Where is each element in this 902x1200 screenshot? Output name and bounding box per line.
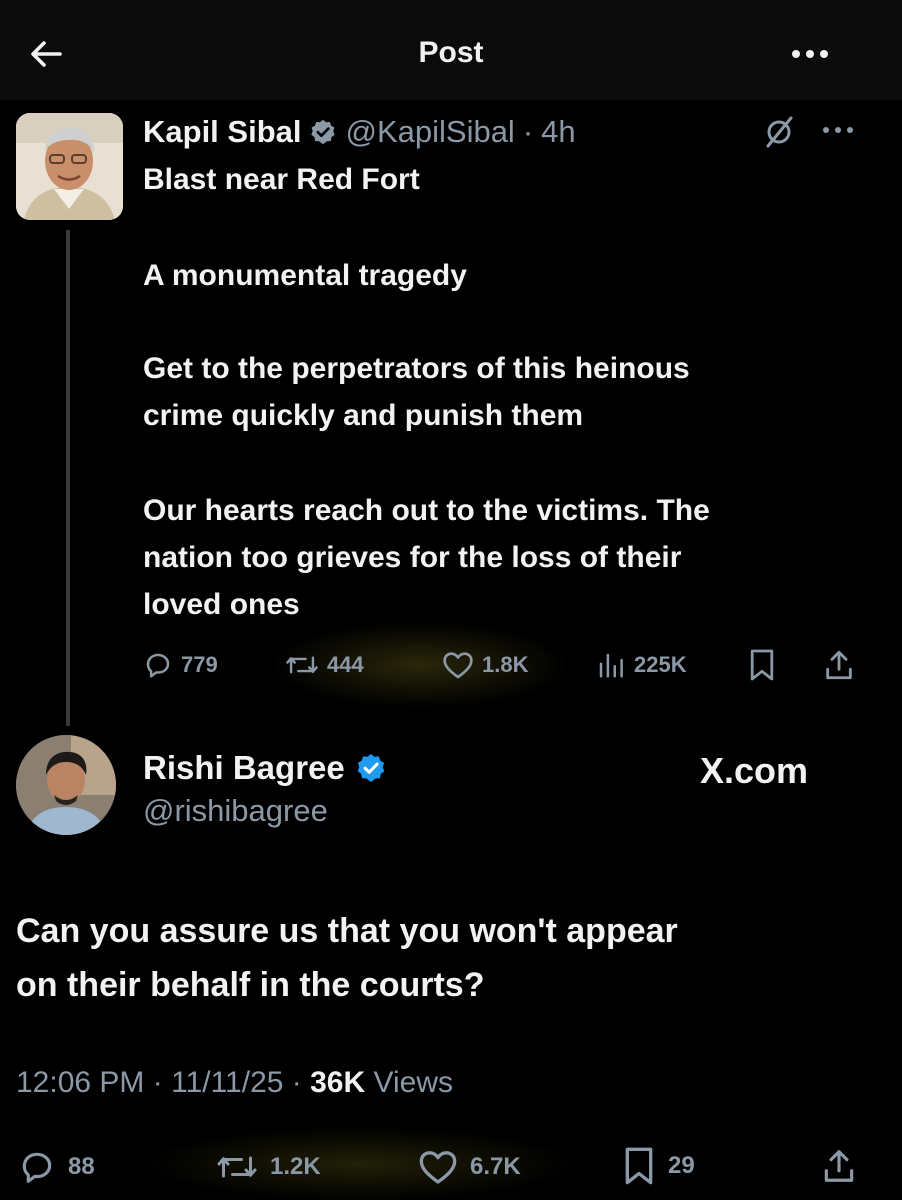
bookmark-button[interactable] <box>748 648 776 682</box>
post-text-line: Blast near Red Fort <box>143 163 420 196</box>
views-icon <box>599 653 623 678</box>
reply-count: 779 <box>181 652 218 677</box>
views-count: 225K <box>634 652 687 677</box>
verified-badge-icon <box>355 752 387 784</box>
repost-button[interactable]: 1.2K <box>216 1148 321 1186</box>
reply-icon <box>22 1152 52 1183</box>
post-text-line: A monumental tragedy <box>143 259 467 292</box>
like-icon <box>419 1151 457 1184</box>
thread-line <box>66 230 70 726</box>
quoted-post-author-row: Kapil Sibal @KapilSibal · 4h <box>143 112 576 152</box>
grok-icon[interactable] <box>760 115 800 149</box>
post-text-line: Our hearts reach out to the victims. The <box>143 494 710 527</box>
post-meta: 12:06 PM · 11/11/25 · 36K Views <box>16 1066 453 1100</box>
author-handle[interactable]: @rishibagree <box>143 793 328 829</box>
repost-icon <box>286 656 318 674</box>
like-count: 1.8K <box>482 652 529 677</box>
bookmark-icon <box>750 649 774 681</box>
post-more-icon[interactable] <box>818 120 858 140</box>
xcom-watermark: X.com <box>700 750 809 791</box>
views-button[interactable]: 225K <box>596 650 687 680</box>
repost-icon <box>217 1156 257 1178</box>
share-icon <box>824 1150 854 1182</box>
post-timestamp[interactable]: 12:06 PM <box>16 1066 144 1099</box>
bookmark-count: 29 <box>668 1152 695 1179</box>
repost-button[interactable]: 444 <box>285 650 364 680</box>
post-text-line: crime quickly and punish them <box>143 399 584 432</box>
author-handle[interactable]: @KapilSibal <box>345 114 514 150</box>
repost-count: 444 <box>327 652 364 677</box>
author-name[interactable]: Rishi Bagree <box>143 749 345 787</box>
separator-dot: · <box>522 114 534 149</box>
avatar[interactable] <box>16 735 116 835</box>
reply-author-row: Rishi Bagree <box>143 746 387 790</box>
post-text-line: nation too grieves for the loss of their <box>143 541 682 574</box>
views-label: Views <box>373 1066 453 1099</box>
page-title: Post <box>418 36 484 69</box>
views-count: 36K <box>310 1066 366 1099</box>
repost-count: 1.2K <box>270 1153 321 1180</box>
like-button[interactable]: 1.8K <box>442 650 528 680</box>
share-button[interactable] <box>822 648 856 682</box>
like-icon <box>443 652 473 679</box>
separator-dot: · <box>291 1066 302 1099</box>
reply-count: 88 <box>68 1153 95 1180</box>
reply-text-line: Can you assure us that you won't appear <box>16 912 678 950</box>
bookmark-icon <box>625 1147 653 1185</box>
post-text-line: Get to the perpetrators of this heinous <box>143 352 690 385</box>
author-name[interactable]: Kapil Sibal <box>143 114 301 150</box>
post-date[interactable]: 11/11/25 <box>171 1066 283 1099</box>
like-count: 6.7K <box>470 1153 521 1180</box>
avatar[interactable] <box>16 113 123 220</box>
bookmark-button[interactable]: 29 <box>622 1146 695 1186</box>
verified-badge-icon <box>309 118 337 146</box>
reply-button[interactable]: 779 <box>143 650 218 680</box>
share-icon <box>826 650 852 680</box>
separator-dot: · <box>152 1066 163 1099</box>
post-time: 4h <box>541 114 576 149</box>
reply-button[interactable]: 88 <box>18 1148 95 1186</box>
share-button[interactable] <box>820 1146 858 1186</box>
reply-icon <box>146 653 170 678</box>
more-icon[interactable] <box>786 44 836 64</box>
reply-text-line: on their behalf in the courts? <box>16 966 485 1004</box>
like-button[interactable]: 6.7K <box>418 1148 521 1186</box>
